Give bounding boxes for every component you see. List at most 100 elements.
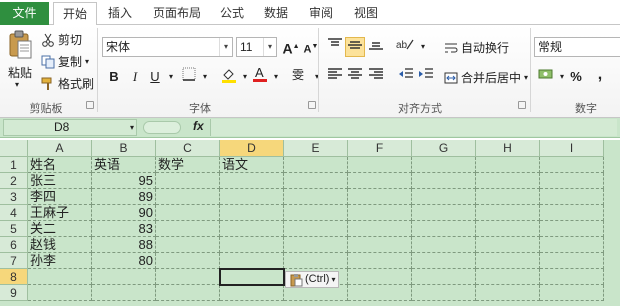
number-format-select[interactable]: 常规	[534, 37, 620, 57]
merge-dropdown-icon[interactable]: ▾	[524, 73, 528, 82]
cell-b7[interactable]: 80	[92, 253, 156, 269]
cell-h6[interactable]	[476, 237, 540, 253]
wrap-text-button[interactable]: 自动换行	[444, 39, 509, 56]
row-header-1[interactable]: 1	[0, 157, 28, 173]
cell-a7[interactable]: 孙李	[28, 253, 92, 269]
paste-button[interactable]: 粘贴	[8, 64, 32, 81]
row-header-7[interactable]: 7	[0, 253, 28, 269]
cell-e3[interactable]	[284, 189, 348, 205]
cell-e4[interactable]	[284, 205, 348, 221]
cell-d7[interactable]	[220, 253, 284, 269]
font-launcher-icon[interactable]	[308, 101, 316, 109]
orientation-button[interactable]: ab	[395, 37, 415, 57]
paste-dropdown-icon[interactable]: ▾	[15, 80, 19, 89]
name-box[interactable]: D8 ▾	[3, 119, 137, 136]
row-header-2[interactable]: 2	[0, 173, 28, 189]
cell-i8[interactable]	[540, 269, 604, 285]
tab-file[interactable]: 文件	[0, 2, 49, 25]
italic-button[interactable]: I	[125, 67, 145, 87]
column-header-a[interactable]: A	[28, 140, 92, 157]
cell-i7[interactable]	[540, 253, 604, 269]
cell-c7[interactable]	[156, 253, 220, 269]
column-header-g[interactable]: G	[412, 140, 476, 157]
cell-c5[interactable]	[156, 221, 220, 237]
cell-a6[interactable]: 赵钱	[28, 237, 92, 253]
formula-input[interactable]	[210, 119, 617, 136]
bold-button[interactable]: B	[104, 67, 124, 87]
percent-button[interactable]: %	[566, 67, 586, 87]
phonetic-dropdown-icon[interactable]: ▾	[307, 67, 327, 87]
cell-g7[interactable]	[412, 253, 476, 269]
underline-dropdown-icon[interactable]: ▾	[161, 67, 181, 87]
increase-indent-button[interactable]	[416, 67, 436, 87]
tab-view[interactable]: 视图	[346, 2, 386, 25]
cell-f4[interactable]	[348, 205, 412, 221]
cell-g1[interactable]	[412, 157, 476, 173]
cell-c9[interactable]	[156, 285, 220, 301]
row-header-9[interactable]: 9	[0, 285, 28, 301]
cell-i2[interactable]	[540, 173, 604, 189]
cell-f7[interactable]	[348, 253, 412, 269]
cell-a4[interactable]: 王麻子	[28, 205, 92, 221]
alignment-launcher-icon[interactable]	[518, 101, 526, 109]
cell-a1[interactable]: 姓名	[28, 157, 92, 173]
cell-h8[interactable]	[476, 269, 540, 285]
cell-f3[interactable]	[348, 189, 412, 205]
row-header-6[interactable]: 6	[0, 237, 28, 253]
cell-e6[interactable]	[284, 237, 348, 253]
copy-button[interactable]: 复制 ▾	[41, 53, 89, 70]
cell-b1[interactable]: 英语	[92, 157, 156, 173]
column-header-c[interactable]: C	[156, 140, 220, 157]
cell-f1[interactable]	[348, 157, 412, 173]
tab-page-layout[interactable]: 页面布局	[146, 2, 208, 25]
cell-c4[interactable]	[156, 205, 220, 221]
row-header-3[interactable]: 3	[0, 189, 28, 205]
cell-e1[interactable]	[284, 157, 348, 173]
cell-f6[interactable]	[348, 237, 412, 253]
cell-a3[interactable]: 李四	[28, 189, 92, 205]
cell-h1[interactable]	[476, 157, 540, 173]
cell-c8[interactable]	[156, 269, 220, 285]
cell-i9[interactable]	[540, 285, 604, 301]
cell-f9[interactable]	[348, 285, 412, 301]
selected-cell-d8[interactable]	[219, 268, 285, 286]
copy-dropdown-icon[interactable]: ▾	[85, 57, 89, 66]
tab-insert[interactable]: 插入	[100, 2, 140, 25]
column-header-h[interactable]: H	[476, 140, 540, 157]
cell-e2[interactable]	[284, 173, 348, 189]
cut-button[interactable]: 剪切	[41, 31, 82, 48]
column-header-d[interactable]: D	[220, 140, 284, 157]
tab-data[interactable]: 数据	[256, 2, 296, 25]
align-middle-button[interactable]	[345, 37, 365, 57]
cell-c6[interactable]	[156, 237, 220, 253]
cell-h7[interactable]	[476, 253, 540, 269]
formula-bar-resize-handle[interactable]	[143, 121, 181, 134]
tab-home[interactable]: 开始	[53, 2, 97, 26]
cell-h9[interactable]	[476, 285, 540, 301]
paste-options-button[interactable]: (Ctrl) ▾	[285, 271, 339, 288]
cell-d6[interactable]	[220, 237, 284, 253]
cell-g9[interactable]	[412, 285, 476, 301]
paste-icon[interactable]	[6, 29, 36, 61]
row-header-4[interactable]: 4	[0, 205, 28, 221]
cell-c3[interactable]	[156, 189, 220, 205]
decrease-indent-button[interactable]	[396, 67, 416, 87]
cell-h3[interactable]	[476, 189, 540, 205]
cell-b3[interactable]: 89	[92, 189, 156, 205]
select-all-corner[interactable]	[0, 140, 28, 157]
cell-d3[interactable]	[220, 189, 284, 205]
cell-f8[interactable]	[348, 269, 412, 285]
cell-c1[interactable]: 数学	[156, 157, 220, 173]
cell-f2[interactable]	[348, 173, 412, 189]
column-header-i[interactable]: I	[540, 140, 604, 157]
cell-e5[interactable]	[284, 221, 348, 237]
cell-b2[interactable]: 95	[92, 173, 156, 189]
cell-g5[interactable]	[412, 221, 476, 237]
cell-i6[interactable]	[540, 237, 604, 253]
cell-h4[interactable]	[476, 205, 540, 221]
tab-formulas[interactable]: 公式	[213, 2, 251, 25]
cell-d1[interactable]: 语文	[220, 157, 284, 173]
cell-a2[interactable]: 张三	[28, 173, 92, 189]
column-header-f[interactable]: F	[348, 140, 412, 157]
cell-b8[interactable]	[92, 269, 156, 285]
